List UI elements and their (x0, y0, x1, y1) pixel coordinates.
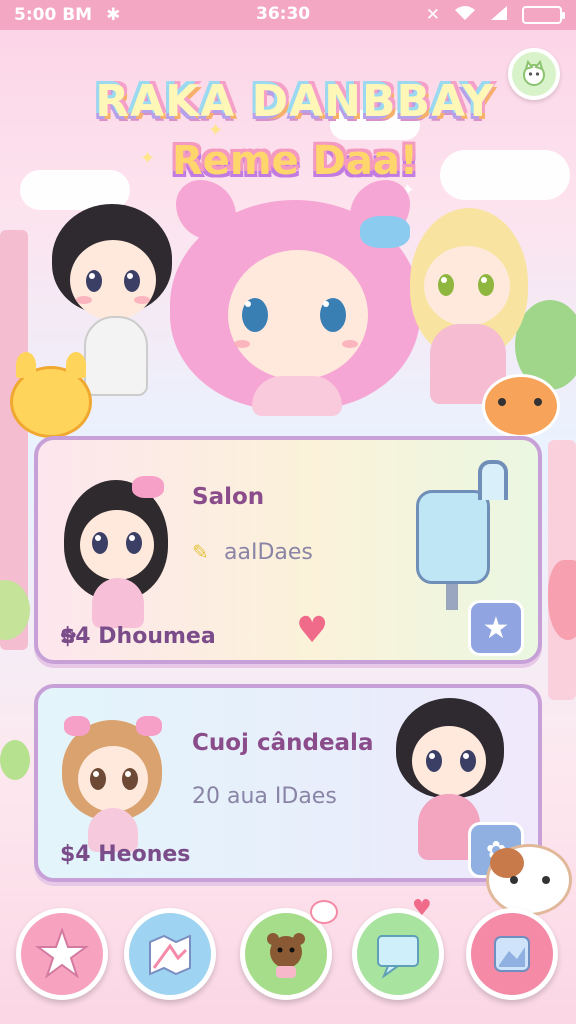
photo-icon (494, 936, 530, 972)
character-pink-girl (160, 180, 430, 416)
chat-icon (377, 935, 419, 979)
candle-card[interactable]: Cuoj cândeala 20 aua IDaes $4 Heones ✿ (34, 684, 542, 882)
map-icon (149, 934, 191, 976)
card-subtitle: 20 aua IDaes (192, 784, 337, 809)
notification-star-icon: ✱ (106, 5, 121, 25)
orange-pet (482, 364, 562, 440)
signal-icon (490, 5, 508, 26)
nav-photo-button[interactable] (466, 908, 558, 1000)
bear-icon (267, 933, 305, 978)
sparkle-icon: ✦ (208, 120, 224, 141)
bluetooth-icon: ✕ (425, 5, 440, 25)
bow-icon (64, 716, 90, 736)
home-cat-button[interactable] (508, 48, 560, 100)
nav-chat-button[interactable] (352, 908, 444, 1000)
calico-cat (486, 830, 576, 920)
id-badge-icon: ✎ (192, 540, 209, 564)
card-character-brown-hair (58, 710, 168, 860)
status-center-time: 36:30 (256, 4, 311, 24)
bow-icon (360, 216, 410, 248)
heart-icon[interactable]: ♥ (296, 610, 328, 651)
sparkle-icon: ✦ (140, 148, 156, 169)
favorite-star-button[interactable]: ★ (468, 600, 524, 656)
speech-bubble-icon (310, 900, 338, 924)
bow-icon (132, 476, 164, 498)
status-bar: 5:00 BM ✱ 36:30 ✕ (0, 0, 576, 30)
card-character-black-hair (58, 470, 178, 630)
card-subtitle: aaIDaes (224, 540, 313, 565)
salon-card[interactable]: Salon ✎ aaIDaes ✿ $4 Dhoumea ♥ ★ (34, 436, 542, 664)
card-title: Salon (192, 484, 265, 510)
wifi-icon (454, 5, 476, 26)
bow-icon (136, 716, 162, 736)
star-icon (34, 926, 90, 979)
card-price: $4 Dhoumea (60, 624, 216, 649)
heart-icon: ♥ (412, 896, 432, 921)
game-title: RAKA DANBBAY (95, 76, 495, 127)
hairdryer-mascot-icon (416, 460, 516, 610)
star-icon: ★ (482, 610, 510, 646)
card-title: Cuoj cândeala (192, 730, 374, 756)
status-left-time: 5:00 BM (14, 5, 93, 25)
card-price: $4 Heones (60, 842, 191, 867)
cat-house-icon (523, 59, 545, 86)
battery-icon (522, 6, 565, 24)
yellow-pet (10, 352, 100, 442)
game-subtitle: Reme Daa! (171, 138, 419, 184)
nav-map-button[interactable] (124, 908, 216, 1000)
nav-star-button[interactable] (16, 908, 108, 1000)
